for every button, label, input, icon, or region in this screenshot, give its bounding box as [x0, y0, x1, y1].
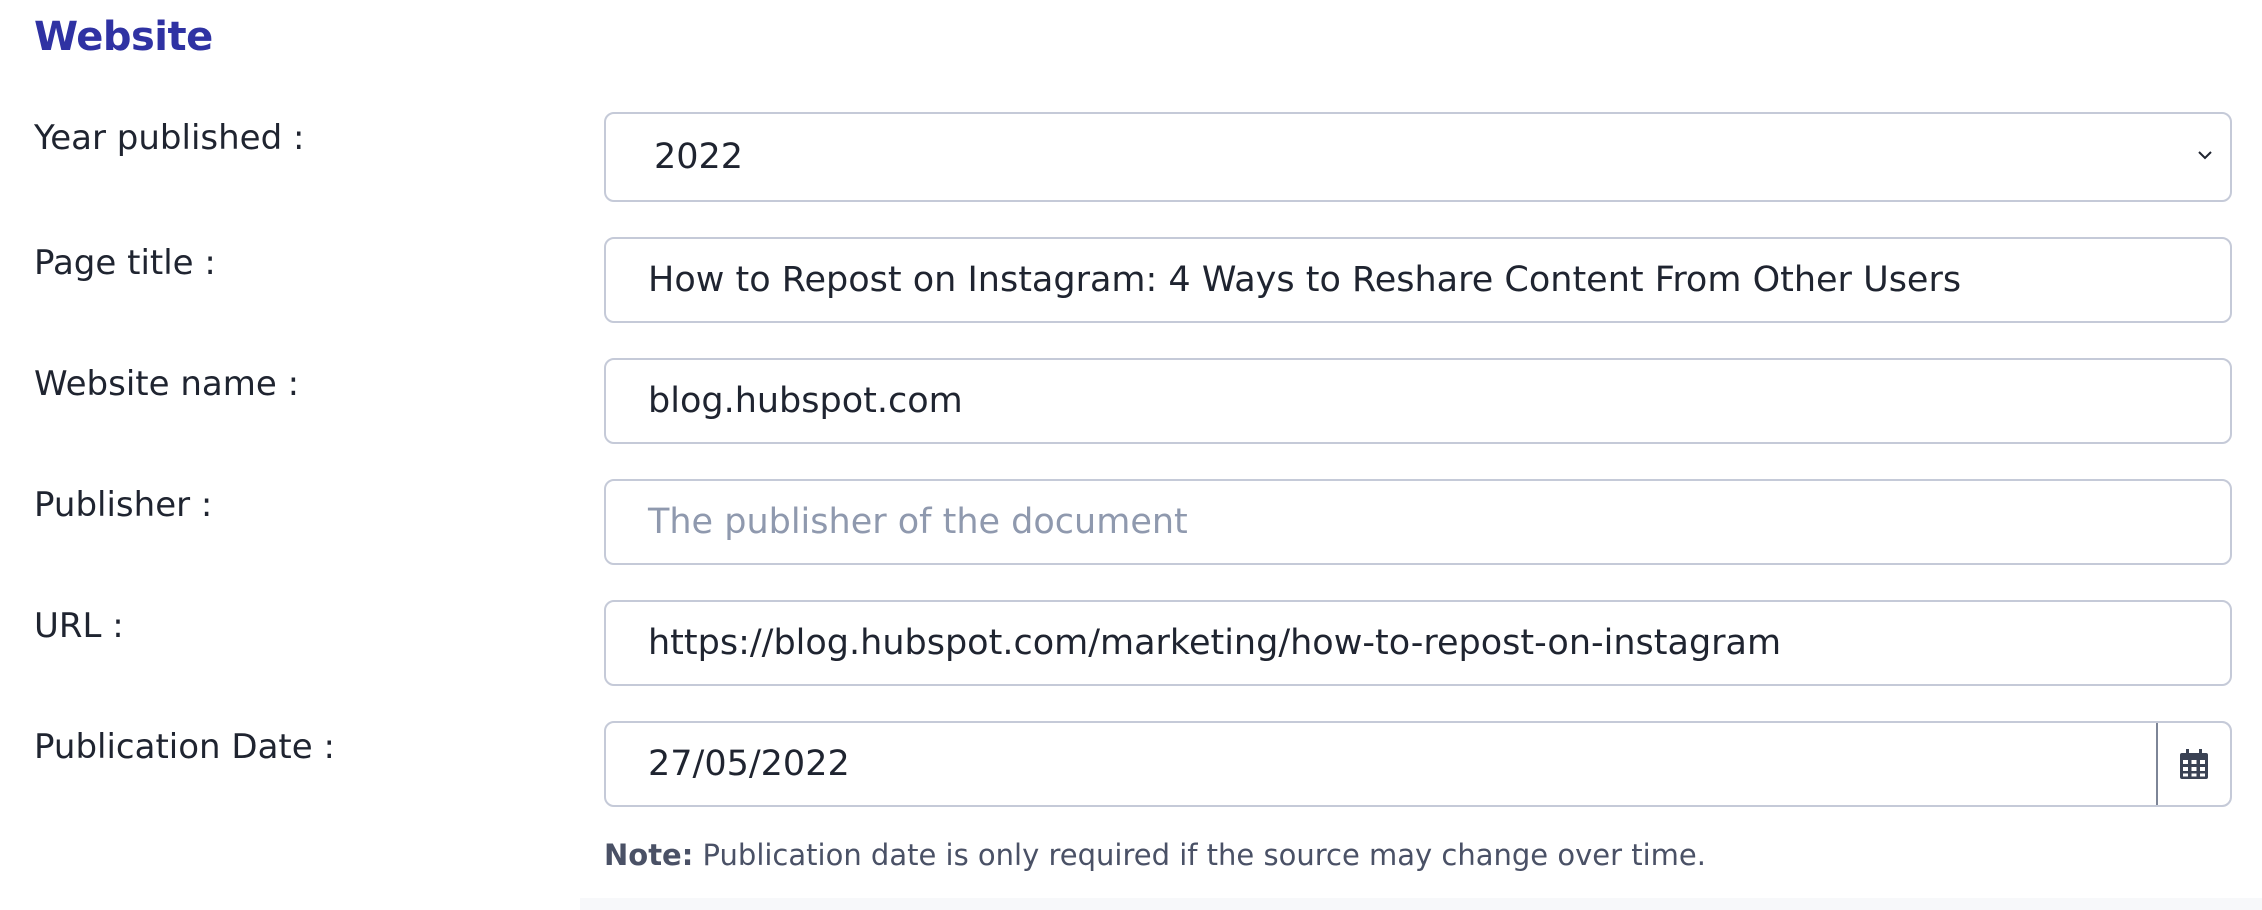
chevron-down-icon [2198, 151, 2212, 160]
page-title-row: Page title : How to Repost on Instagram:… [0, 237, 2262, 325]
url-row: URL : https://blog.hubspot.com/marketing… [0, 600, 2262, 688]
year-row: Year published : 2022 [0, 112, 2262, 202]
page-title-value: How to Repost on Instagram: 4 Ways to Re… [648, 260, 1962, 300]
date-picker-button[interactable] [2156, 723, 2230, 805]
note-text: Publication date is only required if the… [702, 838, 1706, 872]
url-label: URL : [34, 606, 124, 646]
url-input[interactable]: https://blog.hubspot.com/marketing/how-t… [604, 600, 2232, 686]
publication-date-label: Publication Date : [34, 727, 335, 767]
note-bold-label: Note: [604, 838, 694, 872]
url-value: https://blog.hubspot.com/marketing/how-t… [648, 623, 1782, 663]
publication-date-note: Note: Publication date is only required … [604, 838, 1706, 872]
publication-date-value: 27/05/2022 [648, 744, 850, 784]
year-label: Year published : [34, 118, 305, 158]
publisher-label: Publisher : [34, 485, 213, 525]
year-select[interactable]: 2022 [604, 112, 2232, 202]
page-title-input[interactable]: How to Repost on Instagram: 4 Ways to Re… [604, 237, 2232, 323]
publisher-placeholder: The publisher of the document [648, 502, 1188, 542]
publication-date-input[interactable]: 27/05/2022 [604, 721, 2232, 807]
bottom-edge [580, 898, 2262, 910]
website-name-value: blog.hubspot.com [648, 381, 963, 421]
website-name-label: Website name : [34, 364, 300, 404]
website-name-row: Website name : blog.hubspot.com [0, 358, 2262, 446]
year-select-value: 2022 [654, 137, 744, 177]
publisher-input[interactable]: The publisher of the document [604, 479, 2232, 565]
section-title: Website [34, 14, 213, 60]
website-name-input[interactable]: blog.hubspot.com [604, 358, 2232, 444]
publication-date-row: Publication Date : 27/05/2022 [0, 721, 2262, 809]
publisher-row: Publisher : The publisher of the documen… [0, 479, 2262, 567]
page-title-label: Page title : [34, 243, 216, 283]
calendar-icon [2180, 749, 2208, 779]
